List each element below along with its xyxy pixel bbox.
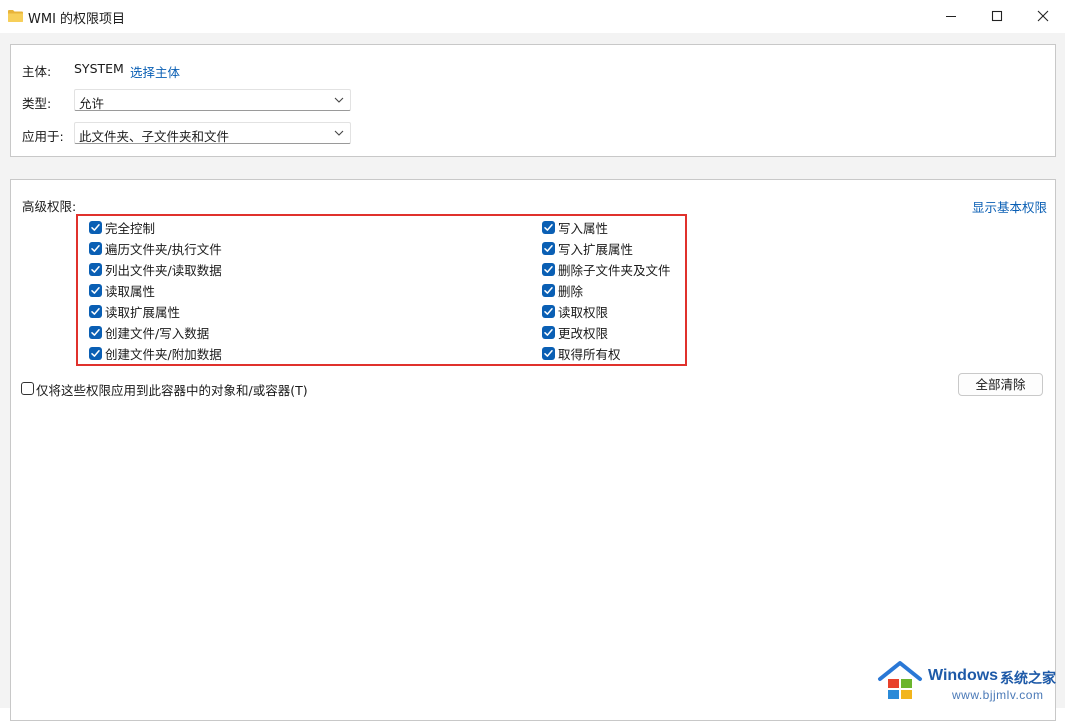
title-bar: WMI 的权限项目	[0, 0, 1065, 33]
checkbox-checked-icon[interactable]	[542, 347, 555, 360]
checkbox-checked-icon[interactable]	[89, 347, 102, 360]
permission-label: 创建文件夹/附加数据	[105, 347, 222, 362]
apply-only-container-label: 仅将这些权限应用到此容器中的对象和/或容器(T)	[36, 383, 308, 398]
minimize-button[interactable]	[928, 0, 974, 32]
permission-label: 创建文件/写入数据	[105, 326, 210, 341]
principal-panel: 主体: SYSTEM 选择主体 类型: 允许 应用于: 此文件夹、子文件夹和文件	[10, 44, 1056, 157]
permission-label: 完全控制	[105, 221, 156, 236]
permission-label: 遍历文件夹/执行文件	[105, 242, 222, 257]
chevron-down-icon	[334, 97, 344, 103]
apply-only-container-checkbox[interactable]	[21, 382, 34, 395]
applies-to-label: 应用于:	[22, 129, 64, 144]
permission-label: 读取属性	[105, 284, 156, 299]
advanced-permissions-panel: 高级权限: 显示基本权限 完全控制遍历文件夹/执行文件 列出文件夹/读取数据 读取属…	[10, 179, 1056, 721]
checkbox-checked-icon[interactable]	[89, 263, 102, 276]
dialog-body: 主体: SYSTEM 选择主体 类型: 允许 应用于: 此文件夹、子文件夹和文件…	[0, 33, 1065, 721]
permission-label: 更改权限	[558, 326, 609, 341]
watermark-brand: Windows	[928, 667, 999, 684]
clear-all-button[interactable]: 全部清除	[958, 373, 1043, 396]
maximize-icon	[991, 10, 1003, 22]
windows-house-logo	[878, 661, 922, 699]
checkbox-checked-icon[interactable]	[542, 263, 555, 276]
close-icon	[1037, 10, 1049, 22]
checkbox-checked-icon[interactable]	[89, 326, 102, 339]
minimize-icon	[946, 16, 956, 17]
checkbox-checked-icon[interactable]	[542, 242, 555, 255]
permission-label: 读取权限	[558, 305, 609, 320]
checkbox-checked-icon[interactable]	[542, 284, 555, 297]
type-select[interactable]: 允许	[74, 89, 351, 111]
close-button[interactable]	[1020, 0, 1065, 32]
watermark-brand-cn: 系统之家	[1000, 671, 1056, 687]
permission-label: 取得所有权	[558, 347, 621, 362]
permission-label: 读取扩展属性	[105, 305, 181, 320]
permission-label: 删除子文件夹及文件	[558, 263, 671, 278]
checkbox-checked-icon[interactable]	[89, 284, 102, 297]
permission-label: 写入扩展属性	[558, 242, 634, 257]
maximize-button[interactable]	[974, 0, 1020, 32]
applies-to-select[interactable]: 此文件夹、子文件夹和文件	[74, 122, 351, 144]
principal-label: 主体:	[22, 64, 52, 79]
permission-label: 列出文件夹/读取数据	[105, 263, 222, 278]
checkbox-checked-icon[interactable]	[542, 326, 555, 339]
type-label: 类型:	[22, 96, 52, 111]
window-title: WMI 的权限项目	[28, 12, 126, 27]
principal-value: SYSTEM	[74, 61, 124, 76]
checkbox-checked-icon[interactable]	[89, 242, 102, 255]
permission-label: 写入属性	[558, 221, 609, 236]
advanced-permissions-heading: 高级权限:	[22, 199, 77, 214]
chevron-down-icon	[334, 130, 344, 136]
folder-icon	[8, 9, 23, 22]
checkbox-checked-icon[interactable]	[89, 221, 102, 234]
checkbox-checked-icon[interactable]	[542, 221, 555, 234]
checkbox-checked-icon[interactable]	[542, 305, 555, 318]
type-select-value: 允许	[79, 96, 105, 111]
permission-label: 删除	[558, 284, 584, 299]
watermark-url: www.bjjmlv.com	[952, 688, 1044, 702]
applies-to-select-value: 此文件夹、子文件夹和文件	[79, 129, 230, 144]
select-principal-link[interactable]: 选择主体	[130, 62, 180, 81]
permissions-highlight-box: 完全控制遍历文件夹/执行文件 列出文件夹/读取数据 读取属性读取扩展属性创建文件/写…	[76, 214, 687, 366]
show-basic-permissions-link[interactable]: 显示基本权限	[972, 197, 1047, 216]
checkbox-checked-icon[interactable]	[89, 305, 102, 318]
